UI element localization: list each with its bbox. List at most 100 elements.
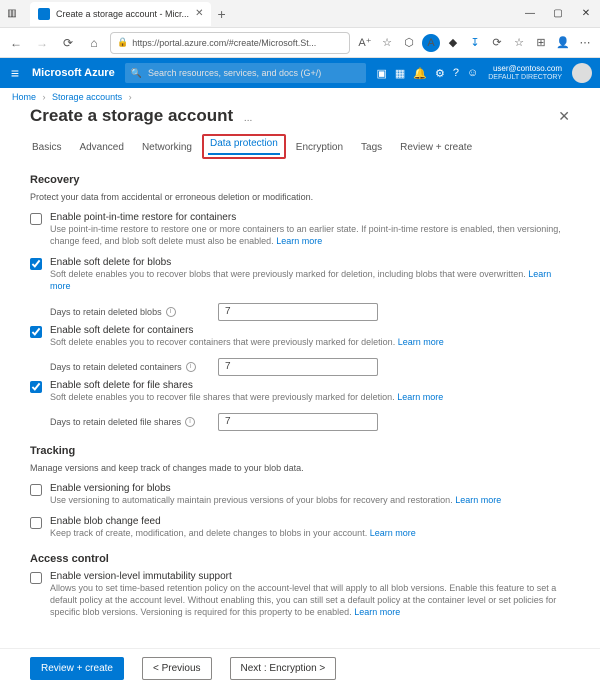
immutability-learn-more[interactable]: Learn more [354,607,400,617]
access-heading: Access control [30,553,570,565]
cont-sd-label: Enable soft delete for containers [50,325,570,336]
shopping-icon[interactable]: ⬡ [400,34,418,52]
info-icon[interactable]: i [166,307,176,317]
user-avatar[interactable] [572,63,592,83]
immutability-desc: Allows you to set time-based retention p… [50,582,570,618]
versioning-learn-more[interactable]: Learn more [455,495,501,505]
blob-days-input[interactable] [218,303,378,321]
breadcrumb-storage[interactable]: Storage accounts [52,92,122,102]
changefeed-desc: Keep track of create, modification, and … [50,527,570,539]
pitr-learn-more[interactable]: Learn more [276,236,322,246]
info-icon[interactable]: i [186,362,196,372]
cloud-shell-icon[interactable]: ▣ [376,67,386,80]
azure-favicon [38,8,50,20]
recovery-desc: Protect your data from accidental or err… [30,192,570,202]
refresh-button[interactable]: ⟳ [58,33,78,53]
blob-sd-label: Enable soft delete for blobs [50,257,570,268]
blob-softdelete-checkbox[interactable] [30,258,42,270]
breadcrumb: Home › Storage accounts › [0,88,600,106]
immutability-checkbox[interactable] [30,572,42,584]
cont-days-input[interactable] [218,358,378,376]
changefeed-checkbox[interactable] [30,517,42,529]
browser-tab[interactable]: Create a storage account - Micr... ✕ [30,2,211,26]
user-email: user@contoso.com [488,65,562,74]
review-create-button[interactable]: Review + create [30,657,124,680]
url-text: https://portal.azure.com/#create/Microso… [132,38,316,48]
directory-icon[interactable]: ▦ [395,67,405,80]
info-icon[interactable]: i [185,417,195,427]
file-days-label: Days to retain deleted file shares i [50,417,210,427]
changefeed-learn-more[interactable]: Learn more [370,528,416,538]
hamburger-icon[interactable]: ≡ [8,65,22,81]
tab-tags[interactable]: Tags [359,138,384,159]
chevron-right-icon: › [43,92,46,102]
next-button[interactable]: Next : Encryption > [230,657,337,680]
search-placeholder: Search resources, services, and docs (G+… [148,68,321,78]
close-tab-icon[interactable]: ✕ [195,8,203,19]
azure-search[interactable]: 🔍 Search resources, services, and docs (… [125,63,367,83]
settings-gear-icon[interactable]: ⚙ [435,67,445,80]
file-sd-label: Enable soft delete for file shares [50,380,570,391]
tab-networking[interactable]: Networking [140,138,194,159]
star-icon[interactable]: ☆ [378,34,396,52]
window-close-button[interactable]: ✕ [572,0,600,28]
azure-user-info[interactable]: user@contoso.com DEFAULT DIRECTORY [488,65,562,81]
sync-icon[interactable]: ⟳ [488,34,506,52]
changefeed-label: Enable blob change feed [50,516,570,527]
notifications-icon[interactable]: 🔔 [413,67,427,80]
window-maximize-button[interactable]: ▢ [544,0,572,28]
extension-icon[interactable]: ◆ [444,34,462,52]
tab-encryption[interactable]: Encryption [294,138,345,159]
downloads-icon[interactable]: ↧ [466,34,484,52]
file-sd-desc: Soft delete enables you to recover file … [50,391,570,403]
file-days-input[interactable] [218,413,378,431]
close-blade-icon[interactable]: ✕ [558,108,570,125]
file-sd-learn-more[interactable]: Learn more [397,392,443,402]
tab-review-create[interactable]: Review + create [398,138,474,159]
versioning-label: Enable versioning for blobs [50,483,570,494]
container-softdelete-checkbox[interactable] [30,326,42,338]
window-minimize-button[interactable]: — [516,0,544,28]
tab-basics[interactable]: Basics [30,138,63,159]
profile-icon[interactable]: 👤 [554,34,572,52]
back-button[interactable]: ← [6,33,26,53]
pitr-checkbox[interactable] [30,213,42,225]
help-icon[interactable]: ? [453,67,459,80]
breadcrumb-home[interactable]: Home [12,92,36,102]
address-bar[interactable]: 🔒 https://portal.azure.com/#create/Micro… [110,32,350,54]
cont-sd-learn-more[interactable]: Learn more [398,337,444,347]
menu-icon[interactable]: ⋯ [576,34,594,52]
favorites-icon[interactable]: ☆ [510,34,528,52]
versioning-checkbox[interactable] [30,484,42,496]
fileshare-softdelete-checkbox[interactable] [30,381,42,393]
home-button[interactable]: ⌂ [84,33,104,53]
lock-icon: 🔒 [117,37,128,48]
tracking-desc: Manage versions and keep track of change… [30,463,570,473]
pitr-desc: Use point-in-time restore to restore one… [50,223,570,247]
chevron-right-icon: › [129,92,132,102]
previous-button[interactable]: < Previous [142,657,212,680]
wizard-tabs: Basics Advanced Networking Data protecti… [30,138,570,160]
blob-days-label: Days to retain deleted blobs i [50,307,210,317]
new-tab-button[interactable]: + [217,6,225,22]
browser-toolbar: ← → ⟳ ⌂ 🔒 https://portal.azure.com/#crea… [0,28,600,58]
cont-days-label: Days to retain deleted containers i [50,362,210,372]
search-icon: 🔍 [131,68,142,79]
recovery-heading: Recovery [30,174,570,186]
forward-button[interactable]: → [32,33,52,53]
azure-brand[interactable]: Microsoft Azure [32,67,115,79]
tracking-heading: Tracking [30,445,570,457]
read-aloud-icon[interactable]: A⁺ [356,34,374,52]
tab-advanced[interactable]: Advanced [77,138,125,159]
browser-titlebar: ▥ Create a storage account - Micr... ✕ +… [0,0,600,28]
profile-badge-icon[interactable]: A [422,34,440,52]
tab-title: Create a storage account - Micr... [56,9,189,19]
immutability-label: Enable version-level immutability suppor… [50,571,570,582]
tabs-icon[interactable]: ▥ [0,8,24,19]
pitr-label: Enable point-in-time restore for contain… [50,212,570,223]
more-icon[interactable]: ... [244,113,252,124]
feedback-icon[interactable]: ☺ [467,67,478,80]
tab-data-protection[interactable]: Data protection [208,134,280,155]
collections-icon[interactable]: ⊞ [532,34,550,52]
blob-sd-desc: Soft delete enables you to recover blobs… [50,268,570,292]
